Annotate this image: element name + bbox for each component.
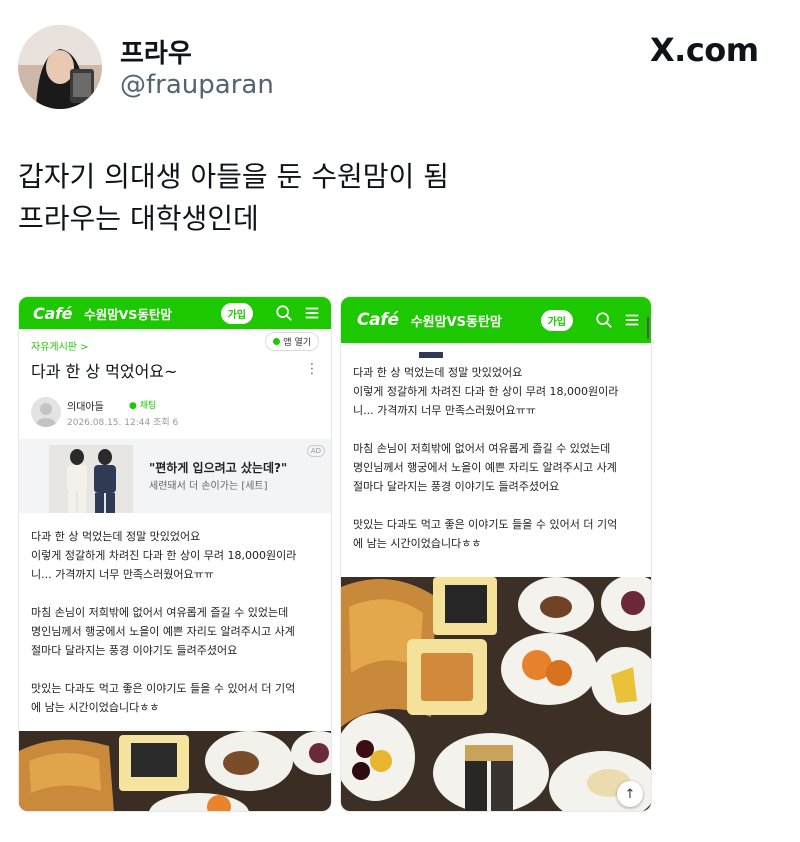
post-body: 다과 한 상 먹었는데 정말 맛있었어요 이렇게 정갈하게 차려진 다과 한 상… [341, 349, 651, 553]
post-title-text: 다과 한 상 먹었어요~ [31, 362, 178, 381]
app-icon [273, 338, 281, 345]
post-title: 다과 한 상 먹었어요~ ⋮ [19, 351, 331, 385]
post-line: 니... 가격까지 너무 만족스러웠어요ㅠㅠ [353, 404, 536, 417]
post-paragraph: 맛있는 다과도 먹고 좋은 이야기도 들을 수 있어서 더 기억 에 남는 시간… [353, 515, 639, 553]
post-line: 에 남는 시간이었습니다ㅎㅎ [31, 701, 160, 714]
post-line: 다과 한 상 먹었는데 정말 맛있었어요 [31, 530, 201, 543]
profile-avatar[interactable] [18, 25, 102, 109]
chat-label: 채팅 [139, 401, 157, 411]
post-meta: 2026.08.15. 12:44 조회 6 [67, 418, 179, 428]
ad-image [49, 445, 133, 513]
join-button[interactable]: 가입 [540, 309, 573, 331]
scrollbar[interactable] [647, 317, 649, 339]
post-paragraph: 마침 손님이 저희밖에 없어서 여유롭게 즐길 수 있었는데 명인님께서 행궁에… [31, 603, 319, 660]
app-open-label: 앱 열기 [283, 338, 311, 348]
cafe-header: Café 수원맘VS동탄맘 가입 [341, 297, 651, 343]
ad-tag: AD [306, 445, 325, 457]
user-handle[interactable]: @frauparan [120, 70, 274, 100]
post-line: 이렇게 정갈하게 차려진 다과 한 상이 무려 18,000원이라 [31, 549, 297, 562]
post-line: 이렇게 정갈하게 차려진 다과 한 상이 무려 18,000원이라 [353, 385, 619, 398]
cafe-header: Café 수원맘VS동탄맘 가입 [19, 297, 331, 329]
cafe-name[interactable]: 수원맘VS동탄맘 [411, 311, 541, 330]
display-name[interactable]: 프라우 [120, 33, 192, 70]
chat-button[interactable]: ● 채팅 [129, 398, 156, 411]
post-paragraph: 마침 손님이 저희밖에 없어서 여유롭게 즐길 수 있었는데 명인님께서 행궁에… [353, 439, 639, 496]
post-paragraph: 맛있는 다과도 먹고 좋은 이야기도 들을 수 있어서 더 기억 에 남는 시간… [31, 679, 319, 717]
author-avatar[interactable] [31, 397, 61, 427]
brand-logo: X.com [650, 30, 759, 70]
ad-banner[interactable]: "편하게 입으려고 샀는데?" 세련돼서 더 손이가는 [세트] AD [19, 439, 331, 513]
post-line: 니... 가격까지 너무 만족스러웠어요ㅠㅠ [31, 568, 214, 581]
post-paragraph: 다과 한 상 먹었는데 정말 맛있었어요 이렇게 정갈하게 차려진 다과 한 상… [353, 363, 639, 420]
cafe-name[interactable]: 수원맘VS동탄맘 [84, 304, 220, 323]
brand-text: X.com [650, 31, 759, 69]
post-paragraph: 다과 한 상 먹었는데 정말 맛있었어요 이렇게 정갈하게 차려진 다과 한 상… [31, 527, 319, 584]
author-name[interactable]: 의대아들 [67, 398, 104, 413]
cafe-logo[interactable]: Café [357, 310, 399, 330]
food-photo[interactable] [19, 731, 331, 811]
tweet-text-line: 프라우는 대학생인데 [18, 202, 259, 235]
tweet-text: 갑자기 의대생 아들을 둔 수원맘이 됨 프라우는 대학생인데 [18, 156, 778, 240]
app-open-button[interactable]: 앱 열기 [265, 332, 319, 351]
post-line: 절마다 달라지는 풍경 이야기도 들려주셨어요 [31, 644, 238, 657]
menu-icon[interactable] [303, 304, 321, 322]
menu-icon[interactable] [623, 311, 641, 329]
search-icon[interactable] [275, 304, 293, 322]
screenshot-panel-right: Café 수원맘VS동탄맘 가입 다과 한 상 먹었는데 정말 맛있었어요 이렇… [340, 296, 652, 812]
post-line: 마침 손님이 저희밖에 없어서 여유롭게 즐길 수 있었는데 [353, 442, 611, 455]
join-button[interactable]: 가입 [220, 302, 253, 324]
post-line: 명인님께서 행궁에서 노을이 예쁜 자리도 알려주시고 사계 [353, 461, 617, 474]
board-row: 자유게시판 > 앱 열기 [19, 329, 331, 353]
arrow-up-icon: ↑ [624, 786, 636, 802]
food-photo[interactable]: ↑ [341, 577, 651, 811]
cafe-logo[interactable]: Café [33, 304, 72, 323]
tweet-text-line: 갑자기 의대생 아들을 둔 수원맘이 됨 [18, 160, 449, 193]
screenshot-panel-left: Café 수원맘VS동탄맘 가입 자유게시판 > 앱 열기 다과 한 상 먹었어… [18, 296, 332, 812]
post-line: 에 남는 시간이었습니다ㅎㅎ [353, 537, 482, 550]
more-options-icon[interactable]: ⋮ [305, 361, 319, 377]
ad-title: "편하게 입으려고 샀는데?" [149, 461, 288, 475]
post-line: 맛있는 다과도 먹고 좋은 이야기도 들을 수 있어서 더 기억 [353, 518, 618, 531]
post-line: 맛있는 다과도 먹고 좋은 이야기도 들을 수 있어서 더 기억 [31, 682, 296, 695]
post-body: 다과 한 상 먹었는데 정말 맛있었어요 이렇게 정갈하게 차려진 다과 한 상… [19, 513, 331, 717]
post-line: 절마다 달라지는 풍경 이야기도 들려주셨어요 [353, 480, 560, 493]
author-row: 의대아들 ● 채팅 2026.08.15. 12:44 조회 6 [19, 385, 331, 435]
ad-image-crop [341, 343, 651, 358]
ad-subtitle: 세련돼서 더 손이가는 [세트] [149, 481, 268, 492]
post-line: 다과 한 상 먹었는데 정말 맛있었어요 [353, 366, 523, 379]
search-icon[interactable] [595, 311, 613, 329]
scroll-top-button[interactable]: ↑ [617, 781, 643, 807]
post-line: 마침 손님이 저희밖에 없어서 여유롭게 즐길 수 있었는데 [31, 606, 289, 619]
post-line: 명인님께서 행궁에서 노을이 예쁜 자리도 알려주시고 사계 [31, 625, 295, 638]
